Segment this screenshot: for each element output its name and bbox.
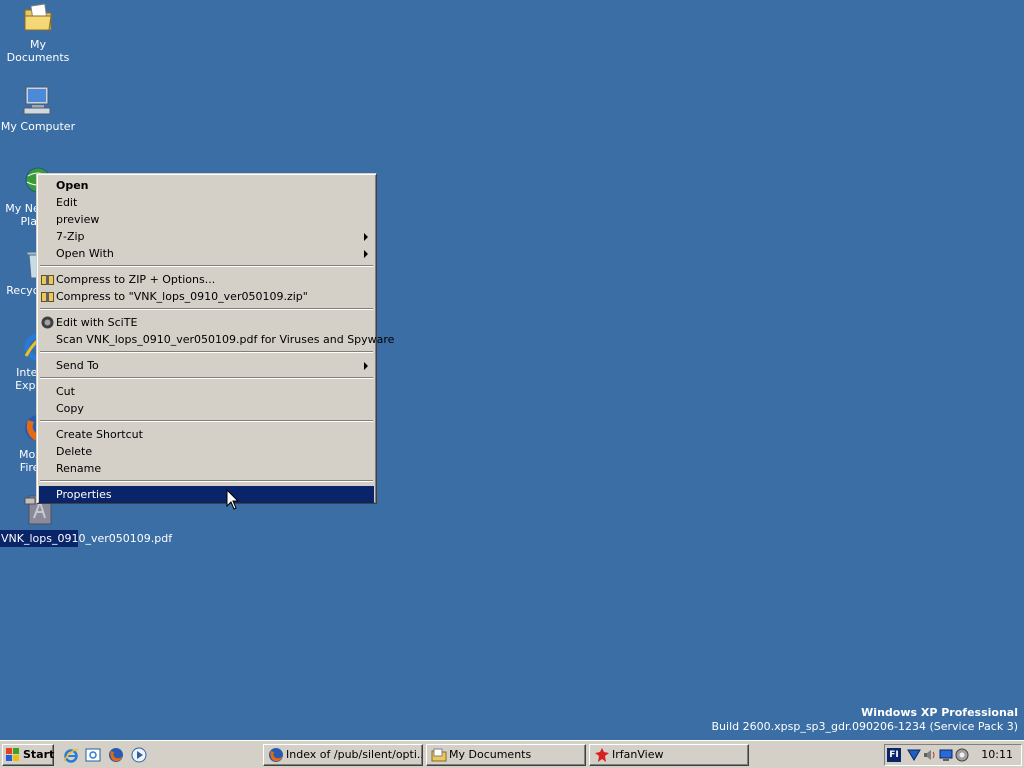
firefox-quicklaunch-icon[interactable]: [108, 747, 124, 763]
desktop-icon-label: My Computer: [0, 120, 76, 133]
menu-item-edit-scite[interactable]: Edit with SciTE: [39, 314, 374, 331]
media-player-quicklaunch-icon[interactable]: [131, 747, 147, 763]
menu-item-label: Open With: [56, 247, 114, 260]
menu-item-open[interactable]: Open: [39, 177, 374, 194]
volume-tray-icon[interactable]: [923, 748, 937, 762]
menu-item-label: Edit with SciTE: [56, 316, 138, 329]
context-menu: Open Edit preview 7-Zip Open With Compre…: [36, 173, 394, 504]
os-build: Build 2600.xpsp_sp3_gdr.090206-1234 (Ser…: [711, 720, 1018, 733]
my-computer-icon: [22, 84, 54, 116]
task-button-firefox[interactable]: Index of /pub/silent/opti...: [263, 744, 423, 766]
zip-archive-icon: [41, 290, 54, 303]
os-version-watermark: Windows XP Professional Build 2600.xpsp_…: [712, 706, 1018, 734]
menu-item-preview[interactable]: preview: [39, 211, 374, 228]
irfanview-icon: [594, 747, 610, 763]
mouse-pointer-icon: [226, 488, 240, 511]
menu-item-compress-to[interactable]: Compress to "VNK_lops_0910_ver050109.zip…: [39, 288, 374, 305]
desktop-icon-label: My Documents: [6, 38, 70, 64]
taskbar: Start Index of /pub/silent/opti... My Do…: [0, 740, 1024, 768]
menu-item-scan[interactable]: Scan VNK_lops_0910_ver050109.pdf for Vir…: [39, 331, 394, 348]
windows-logo-icon: [6, 748, 20, 762]
task-label: My Documents: [449, 748, 532, 761]
start-button[interactable]: Start: [2, 744, 54, 766]
language-indicator[interactable]: FI: [887, 748, 901, 762]
menu-item-edit[interactable]: Edit: [39, 194, 374, 211]
menu-item-create-shortcut[interactable]: Create Shortcut: [39, 426, 374, 443]
task-button-my-documents[interactable]: My Documents: [426, 744, 586, 766]
antivirus-tray-icon[interactable]: [955, 748, 969, 762]
task-label: IrfanView: [612, 748, 664, 761]
menu-item-cut[interactable]: Cut: [39, 383, 374, 400]
menu-separator: [39, 348, 374, 357]
menu-item-label: 7-Zip: [56, 230, 85, 243]
menu-item-label: Compress to ZIP + Options...: [56, 273, 216, 286]
menu-item-delete[interactable]: Delete: [39, 443, 374, 460]
menu-item-properties[interactable]: Properties: [39, 486, 374, 503]
start-label: Start: [23, 748, 55, 761]
task-label: Index of /pub/silent/opti...: [286, 748, 423, 761]
submenu-arrow-icon: [364, 233, 368, 241]
scite-icon: [41, 316, 54, 329]
submenu-arrow-icon: [364, 362, 368, 370]
menu-item-open-with[interactable]: Open With: [39, 245, 374, 262]
my-documents-icon: [22, 2, 54, 34]
explorer-quicklaunch-icon[interactable]: [85, 747, 101, 763]
menu-item-send-to[interactable]: Send To: [39, 357, 374, 374]
monitor-tray-icon[interactable]: [939, 748, 953, 762]
task-button-irfanview[interactable]: IrfanView: [589, 744, 749, 766]
network-tray-icon[interactable]: [907, 748, 921, 762]
folder-icon: [431, 747, 447, 763]
menu-separator: [39, 477, 374, 486]
menu-separator: [39, 374, 374, 383]
desktop-icon-my-computer[interactable]: My Computer: [0, 84, 76, 133]
menu-item-label: Compress to "VNK_lops_0910_ver050109.zip…: [56, 290, 308, 303]
desktop-icon-label: VNK_lops_0910_ver050109.pdf: [0, 530, 173, 547]
firefox-icon: [268, 747, 284, 763]
desktop-icon-my-documents[interactable]: My Documents: [0, 2, 76, 64]
ie-quicklaunch-icon[interactable]: [63, 747, 79, 763]
os-name: Windows XP Professional: [861, 706, 1018, 719]
menu-item-rename[interactable]: Rename: [39, 460, 374, 477]
menu-item-label: Send To: [56, 359, 99, 372]
menu-separator: [39, 417, 374, 426]
submenu-arrow-icon: [364, 250, 368, 258]
menu-separator: [39, 305, 374, 314]
menu-separator: [39, 262, 374, 271]
zip-archive-icon: [41, 273, 54, 286]
clock[interactable]: 10:11: [981, 745, 1013, 765]
system-tray: FI 10:11: [884, 744, 1022, 766]
menu-item-7zip[interactable]: 7-Zip: [39, 228, 374, 245]
menu-item-compress-options[interactable]: Compress to ZIP + Options...: [39, 271, 374, 288]
menu-item-copy[interactable]: Copy: [39, 400, 374, 417]
